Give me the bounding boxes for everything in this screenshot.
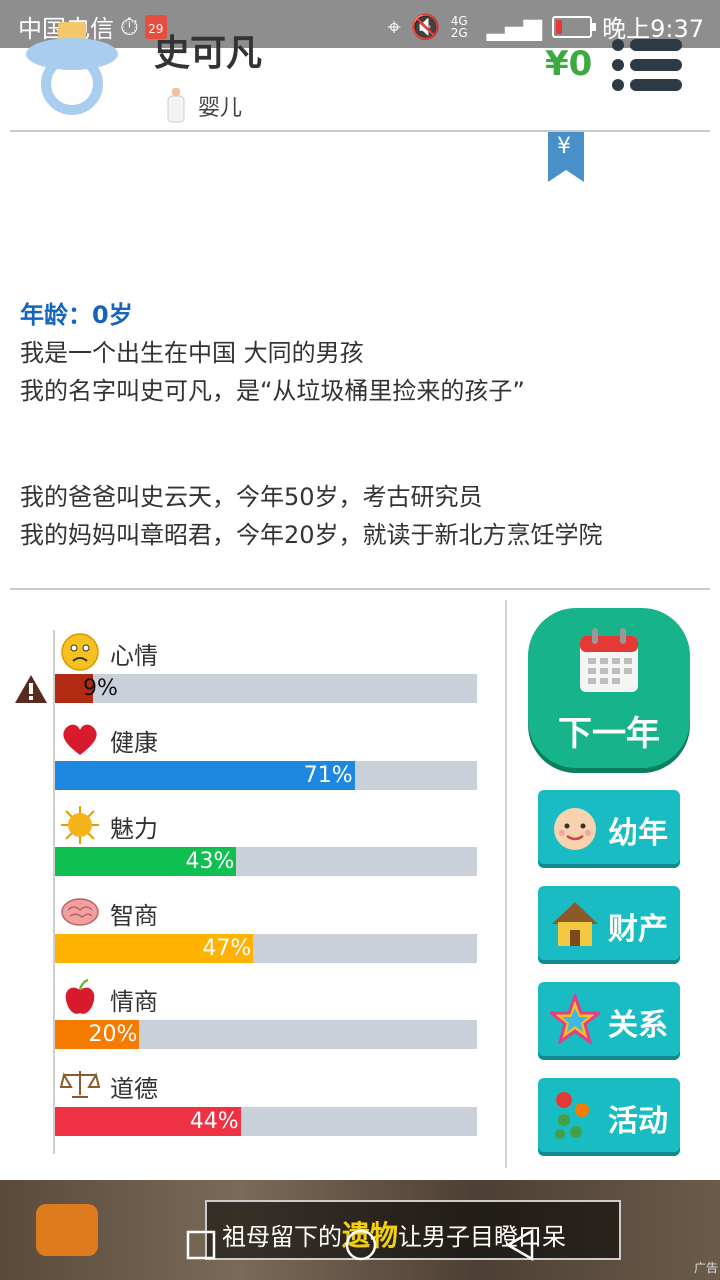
stat-label: 健康 xyxy=(110,728,158,757)
stat-bar-fill: 43% xyxy=(55,847,237,876)
panel-divider xyxy=(505,600,507,1168)
ad-text-after: 让男子目瞪口呆 xyxy=(398,1223,567,1251)
money-ribbon[interactable]: ¥ xyxy=(548,132,584,182)
stat-percent: 9% xyxy=(83,676,118,701)
property-button[interactable]: 财产 xyxy=(538,886,680,960)
stat-bar-track: 20% xyxy=(55,1020,477,1049)
brain-icon xyxy=(60,892,100,932)
stat-row: 魅力 43% xyxy=(0,803,500,889)
stat-percent: 71% xyxy=(303,762,353,788)
money-amount: ¥0 xyxy=(545,44,593,84)
header-divider xyxy=(10,130,710,132)
star-icon xyxy=(550,994,600,1044)
stat-bar-track: 44% xyxy=(55,1106,477,1136)
calendar-icon xyxy=(580,628,638,692)
stat-bar-fill: 9% xyxy=(55,674,118,703)
stat-row: 情商 20% xyxy=(0,976,500,1062)
stat-percent: 43% xyxy=(185,849,235,874)
heart-icon xyxy=(60,719,100,759)
mute-icon: 🔇 xyxy=(410,12,441,41)
story-divider xyxy=(10,588,710,590)
story-line: 我的妈妈叫章昭君，今年20岁，就读于新北方烹饪学院 xyxy=(20,521,603,549)
warning-icon xyxy=(14,674,48,704)
battery-icon xyxy=(552,15,597,38)
stat-bar-track: 43% xyxy=(55,847,477,876)
stat-row: 心情 9% xyxy=(0,630,500,716)
signal-icon: ▂▄▆ xyxy=(486,12,543,41)
stat-label: 智商 xyxy=(110,901,158,930)
stat-bar-track: 47% xyxy=(55,933,477,963)
home-icon[interactable] xyxy=(344,1228,378,1262)
sun-icon xyxy=(60,805,100,845)
baby-face-icon xyxy=(554,808,596,850)
recent-apps-icon[interactable] xyxy=(186,1230,216,1260)
stat-bar-track: 71% xyxy=(55,760,477,790)
stat-percent: 47% xyxy=(202,935,252,961)
story-spacer xyxy=(20,448,710,478)
next-year-label: 下一年 xyxy=(558,714,660,754)
character-name: 史可凡 xyxy=(154,33,263,74)
ad-logo-icon xyxy=(36,1204,98,1256)
baby-bottle-icon xyxy=(167,88,185,123)
ad-banner[interactable]: 祖母留下的遗物让男子目瞪口呆 广告 xyxy=(0,1180,720,1280)
next-year-button[interactable]: 下一年 xyxy=(528,608,690,768)
childhood-label: 幼年 xyxy=(608,816,668,851)
property-label: 财产 xyxy=(608,912,668,947)
stat-label: 情商 xyxy=(110,988,158,1016)
stat-bar-fill: 47% xyxy=(55,933,254,963)
story-line: 我的爸爸叫史云天，今年50岁，考古研究员 xyxy=(20,483,483,511)
life-stage: 婴儿 xyxy=(166,88,242,124)
relations-button[interactable]: 关系 xyxy=(538,982,680,1056)
story-line: 我是一个出生在中国 大同的男孩 xyxy=(20,339,364,367)
stat-row: 健康 71% xyxy=(0,717,500,803)
ribbon-symbol: ¥ xyxy=(557,134,571,159)
back-icon[interactable] xyxy=(504,1228,536,1262)
stat-row: 道德 44% xyxy=(0,1063,500,1149)
ad-tag: 广告 xyxy=(693,1261,718,1275)
story-line: 我的名字叫史可凡，是“从垃圾桶里捡来的孩子” xyxy=(20,377,525,405)
scales-icon xyxy=(59,1065,101,1105)
activities-button[interactable]: 活动 xyxy=(538,1078,680,1152)
stat-label: 魅力 xyxy=(110,815,158,843)
stat-bar-fill: 71% xyxy=(55,760,355,790)
childhood-button[interactable]: 幼年 xyxy=(538,790,680,864)
relations-label: 关系 xyxy=(608,1008,668,1043)
alarm-icon: ⏱ xyxy=(120,12,139,41)
activity-dots-icon xyxy=(555,1092,589,1139)
stat-bar-track: 9% xyxy=(55,674,477,703)
stat-row: 智商 47% xyxy=(0,890,500,976)
apple-icon xyxy=(60,978,100,1018)
activities-label: 活动 xyxy=(608,1104,668,1139)
network-indicator: 4G 2G xyxy=(450,13,468,40)
stats-panel: 心情 9% 健康 71% 魅力 43% 智商 47% 情商 20% 道德 44% xyxy=(0,600,500,1160)
life-stage-label: 婴儿 xyxy=(198,96,243,121)
pacifier-avatar-icon[interactable] xyxy=(22,20,122,120)
age-line: 年龄：0岁 xyxy=(20,301,133,329)
stat-label: 心情 xyxy=(110,642,158,670)
menu-button[interactable] xyxy=(612,38,684,92)
house-icon xyxy=(552,902,598,946)
stat-percent: 20% xyxy=(88,1022,138,1047)
sad-face-icon xyxy=(60,632,100,672)
stat-percent: 44% xyxy=(189,1108,239,1134)
stat-label: 道德 xyxy=(110,1074,158,1103)
ad-text-before: 祖母留下的 xyxy=(222,1223,342,1251)
stat-bar-fill: 44% xyxy=(55,1106,241,1136)
location-icon: ⌖ xyxy=(387,12,401,41)
stat-bar-fill: 20% xyxy=(55,1020,140,1049)
life-story: 年龄：0岁 我是一个出生在中国 大同的男孩 我的名字叫史可凡，是“从垃圾桶里捡来… xyxy=(20,296,710,554)
story-spacer xyxy=(20,410,710,448)
